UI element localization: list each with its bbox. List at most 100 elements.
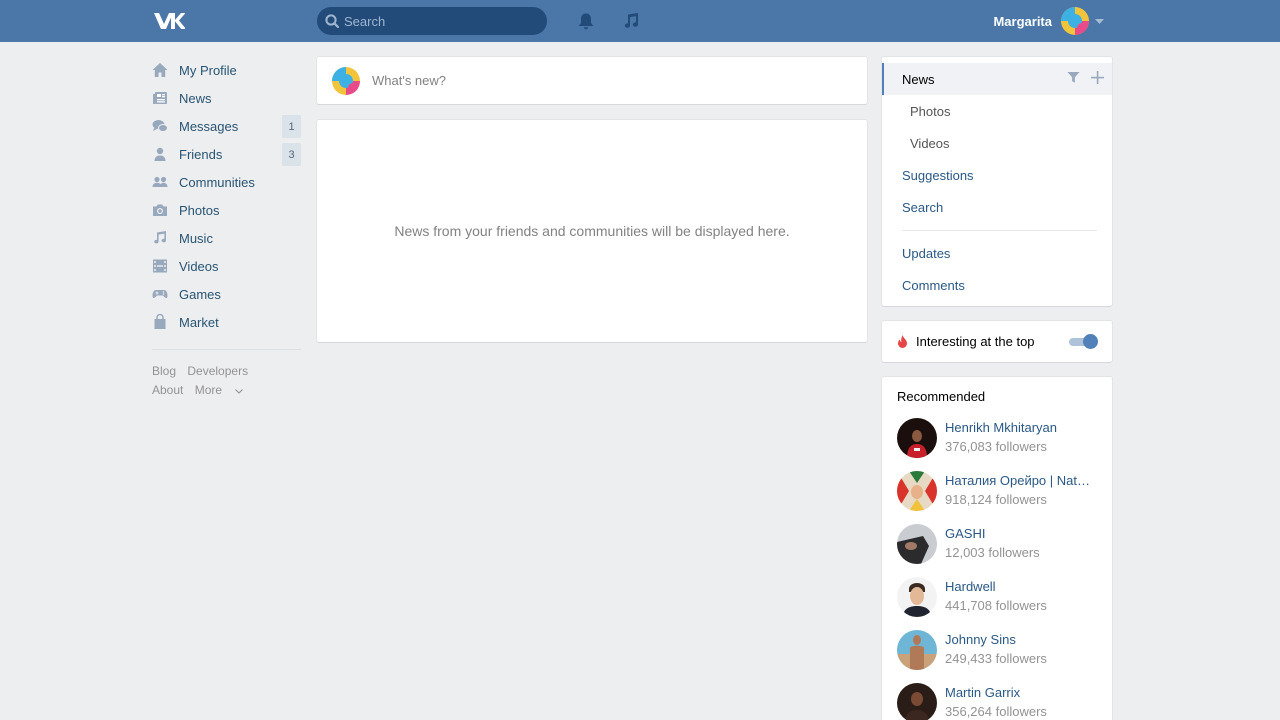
toggle-knob xyxy=(1083,334,1098,349)
filter-videos[interactable]: Videos xyxy=(882,127,1112,159)
filter-news[interactable]: News xyxy=(882,63,1112,95)
rec-followers: 918,124 followers xyxy=(945,492,1047,507)
post-input-placeholder[interactable]: What's new? xyxy=(372,73,446,88)
avatar xyxy=(1061,7,1089,35)
footer-links: Blog Developers About More xyxy=(152,362,301,400)
chevron-down-icon xyxy=(235,389,244,394)
sidebar-item-videos[interactable]: Videos xyxy=(152,252,301,280)
rec-name[interactable]: Henrikh Mkhitaryan xyxy=(945,419,1095,437)
sidebar-item-label: My Profile xyxy=(179,62,237,78)
sidebar-item-music[interactable]: Music xyxy=(152,224,301,252)
person-icon xyxy=(152,146,168,162)
filter-label: Photos xyxy=(910,103,951,119)
messages-count-badge: 1 xyxy=(282,115,301,138)
rec-name[interactable]: Наталия Орейро | Natal... xyxy=(945,472,1095,490)
interesting-at-top-card: Interesting at the top xyxy=(882,321,1112,362)
flame-icon xyxy=(898,334,907,348)
sidebar-item-label: Market xyxy=(179,314,219,330)
search-box[interactable] xyxy=(317,7,547,35)
post-composer[interactable]: What's new? xyxy=(317,57,867,104)
avatar xyxy=(897,418,937,458)
sidebar-item-games[interactable]: Games xyxy=(152,280,301,308)
avatar xyxy=(897,630,937,670)
sidebar-item-friends[interactable]: Friends 3 xyxy=(152,140,301,168)
list-item[interactable]: GASHI 12,003 followers xyxy=(897,524,1097,577)
filter-updates[interactable]: Updates xyxy=(882,237,1112,269)
sidebar-item-label: Messages xyxy=(179,118,239,134)
avatar xyxy=(897,683,937,720)
filter-label: Suggestions xyxy=(902,167,974,183)
rec-name[interactable]: Martin Garrix xyxy=(945,684,1095,702)
film-icon xyxy=(152,258,168,274)
filter-search[interactable]: Search xyxy=(882,191,1112,223)
rec-followers: 376,083 followers xyxy=(945,439,1047,454)
sidebar-item-label: News xyxy=(179,90,212,106)
feed-filters: News Photos Videos Suggestions Search Up… xyxy=(882,57,1112,306)
footer-link-more[interactable]: More xyxy=(195,383,244,397)
friends-count-badge: 3 xyxy=(282,143,301,166)
search-icon xyxy=(325,14,339,28)
empty-feed-message: News from your friends and communities w… xyxy=(394,223,790,239)
news-feed-empty: News from your friends and communities w… xyxy=(317,120,867,342)
list-item[interactable]: Henrikh Mkhitaryan 376,083 followers xyxy=(897,418,1097,471)
bell-icon[interactable] xyxy=(576,11,596,31)
rec-followers: 356,264 followers xyxy=(945,704,1047,719)
list-item[interactable]: Martin Garrix 356,264 followers xyxy=(897,683,1097,720)
group-icon xyxy=(152,174,168,190)
footer-more-label: More xyxy=(194,383,223,397)
footer-link-blog[interactable]: Blog xyxy=(152,364,176,378)
avatar xyxy=(897,524,937,564)
vk-logo-icon[interactable] xyxy=(152,11,185,31)
camera-icon xyxy=(152,202,168,218)
rec-followers: 249,433 followers xyxy=(945,651,1047,666)
rec-name[interactable]: Johnny Sins xyxy=(945,631,1095,649)
sidebar-item-photos[interactable]: Photos xyxy=(152,196,301,224)
list-item[interactable]: Наталия Орейро | Natal... 918,124 follow… xyxy=(897,471,1097,524)
filter-suggestions[interactable]: Suggestions xyxy=(882,159,1112,191)
sidebar-item-my-profile[interactable]: My Profile xyxy=(152,56,301,84)
user-menu[interactable]: Margarita xyxy=(993,0,1104,42)
search-input[interactable] xyxy=(344,13,534,29)
sidebar-item-label: Music xyxy=(179,230,213,246)
interesting-label: Interesting at the top xyxy=(916,334,1035,349)
sidebar-item-label: Videos xyxy=(179,258,219,274)
recommended-card: Recommended Henrikh Mkhitaryan 376,083 f… xyxy=(882,377,1112,720)
footer-link-developers[interactable]: Developers xyxy=(187,364,248,378)
filter-comments[interactable]: Comments xyxy=(882,269,1112,301)
filter-label: News xyxy=(902,71,935,87)
list-item[interactable]: Johnny Sins 249,433 followers xyxy=(897,630,1097,683)
rec-followers: 12,003 followers xyxy=(945,545,1040,560)
filter-label: Comments xyxy=(902,277,965,293)
filter-photos[interactable]: Photos xyxy=(882,95,1112,127)
avatar xyxy=(897,471,937,511)
home-icon xyxy=(152,62,168,78)
top-bar: Margarita xyxy=(0,0,1280,42)
shopping-bag-icon xyxy=(152,314,168,330)
filter-divider xyxy=(902,230,1097,231)
sidebar-item-label: Photos xyxy=(179,202,220,218)
left-sidebar: My Profile News Messages 1 Friends 3 Com… xyxy=(152,56,301,400)
plus-icon[interactable] xyxy=(1091,71,1104,84)
sidebar-item-label: Friends xyxy=(179,146,223,162)
filter-label: Updates xyxy=(902,245,951,261)
sidebar-divider xyxy=(152,349,301,350)
sidebar-item-news[interactable]: News xyxy=(152,84,301,112)
gamepad-icon xyxy=(152,286,168,302)
list-item[interactable]: Hardwell 441,708 followers xyxy=(897,577,1097,630)
sidebar-item-market[interactable]: Market xyxy=(152,308,301,336)
user-name: Margarita xyxy=(993,13,1052,29)
filter-label: Search xyxy=(902,199,944,215)
chat-bubbles-icon xyxy=(152,118,168,134)
interesting-toggle[interactable] xyxy=(1069,334,1098,350)
music-note-icon xyxy=(152,230,168,246)
sidebar-item-messages[interactable]: Messages 1 xyxy=(152,112,301,140)
filter-label: Videos xyxy=(910,135,950,151)
filter-funnel-icon[interactable] xyxy=(1067,71,1080,84)
sidebar-item-communities[interactable]: Communities xyxy=(152,168,301,196)
footer-link-about[interactable]: About xyxy=(152,383,183,397)
music-note-icon[interactable] xyxy=(621,11,641,31)
sidebar-item-label: Games xyxy=(179,286,221,302)
rec-name[interactable]: Hardwell xyxy=(945,578,1095,596)
avatar xyxy=(332,66,360,95)
rec-name[interactable]: GASHI xyxy=(945,525,1095,543)
